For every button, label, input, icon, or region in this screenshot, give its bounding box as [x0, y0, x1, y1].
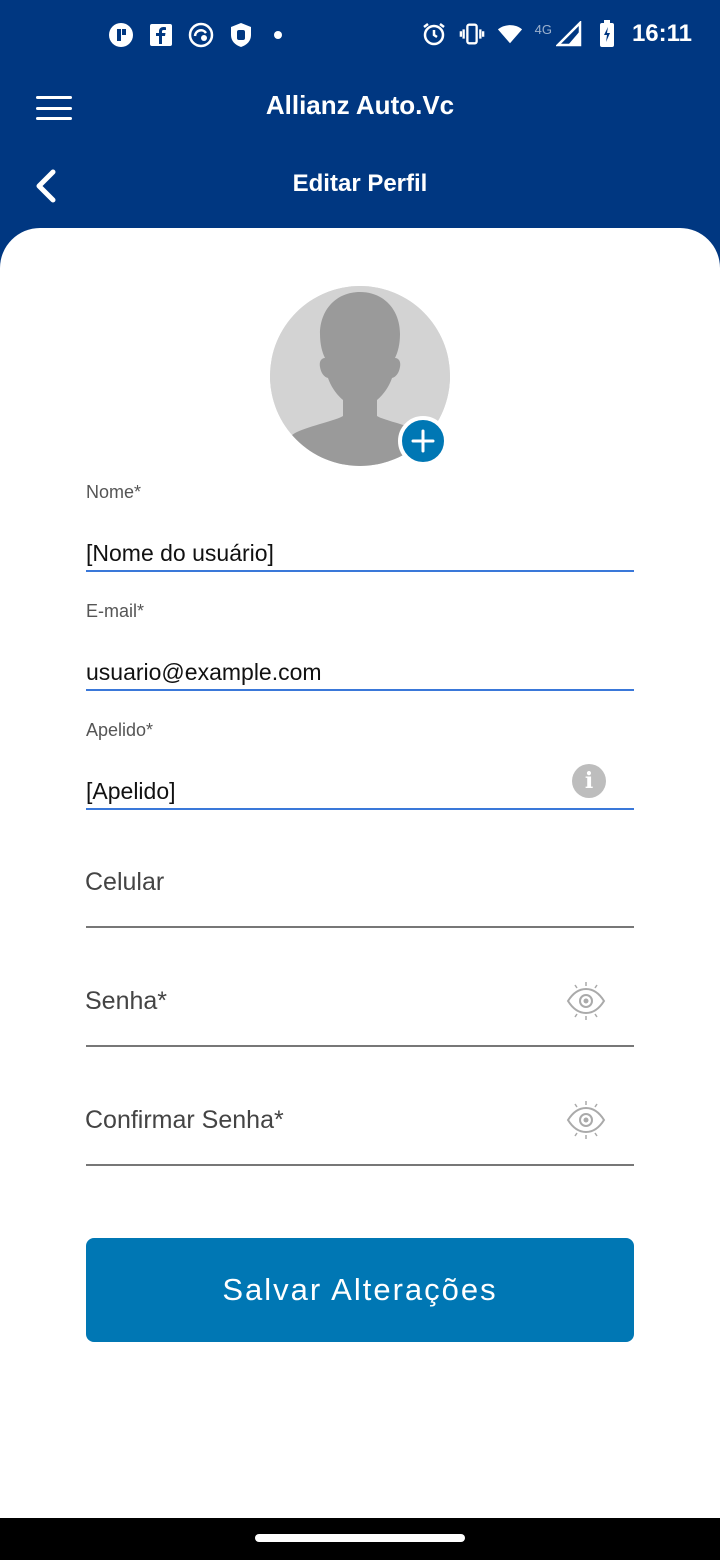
status-clock: 16:11: [631, 20, 692, 47]
cell-signal-icon: [555, 21, 582, 47]
phone-underline: [86, 926, 634, 928]
eye-icon: [566, 982, 606, 1020]
email-underline: [86, 689, 634, 691]
plus-icon: [411, 429, 435, 453]
app-bar: Allianz Auto.Vc: [0, 72, 720, 144]
phone-input[interactable]: Celular: [85, 868, 164, 897]
nickname-label: Apelido*: [86, 720, 154, 740]
wifi-icon: [497, 21, 523, 47]
facebook-icon: [148, 22, 174, 48]
system-navigation-bar: [0, 1518, 720, 1560]
system-icons: 4G 16:11: [421, 20, 692, 48]
email-field: E-mail* usuario@example.com: [86, 601, 634, 693]
profile-form-container: Nome* [Nome do usuário] E-mail* usuario@…: [0, 228, 720, 1518]
confirm-password-underline: [86, 1164, 634, 1166]
password-input[interactable]: Senha*: [85, 987, 167, 1016]
status-bar: 4G 16:11: [0, 0, 720, 72]
vibrate-icon: [459, 21, 485, 47]
info-icon[interactable]: i: [572, 764, 606, 798]
profile-photo[interactable]: [270, 286, 450, 466]
password-field[interactable]: Senha*: [85, 957, 634, 1049]
password-underline: [86, 1045, 634, 1047]
page-header: Editar Perfil: [0, 150, 720, 222]
email-input[interactable]: usuario@example.com: [86, 659, 556, 686]
confirm-password-input[interactable]: Confirmar Senha*: [85, 1106, 284, 1135]
nickname-input[interactable]: [Apelido]: [86, 778, 556, 805]
name-label: Nome*: [86, 482, 142, 502]
save-changes-button[interactable]: Salvar Alterações: [86, 1238, 634, 1342]
network-type-label: 4G: [534, 21, 552, 37]
show-confirm-password-button[interactable]: [566, 1100, 606, 1140]
phone-field[interactable]: Celular: [85, 838, 634, 930]
page-title: Editar Perfil: [292, 170, 428, 197]
name-underline: [86, 570, 634, 572]
battery-charging-icon: [594, 20, 620, 47]
name-input[interactable]: [Nome do usuário]: [86, 540, 556, 567]
email-label: E-mail*: [86, 601, 145, 621]
app-badge-icon: [108, 22, 134, 48]
notification-icons: [108, 22, 282, 48]
shield-app-icon: [228, 22, 254, 48]
eye-icon: [566, 1101, 606, 1139]
home-gesture-handle[interactable]: [255, 1534, 465, 1542]
sync-app-icon: [188, 22, 214, 48]
app-title: Allianz Auto.Vc: [265, 90, 455, 120]
alarm-icon: [421, 21, 447, 47]
nickname-underline: [86, 808, 634, 810]
add-photo-button[interactable]: [398, 416, 448, 466]
confirm-password-field[interactable]: Confirmar Senha*: [85, 1076, 634, 1168]
show-password-button[interactable]: [566, 981, 606, 1021]
nickname-field: Apelido* [Apelido] i: [86, 720, 634, 812]
more-notifications-dot: [274, 31, 282, 39]
name-field: Nome* [Nome do usuário]: [86, 482, 634, 574]
